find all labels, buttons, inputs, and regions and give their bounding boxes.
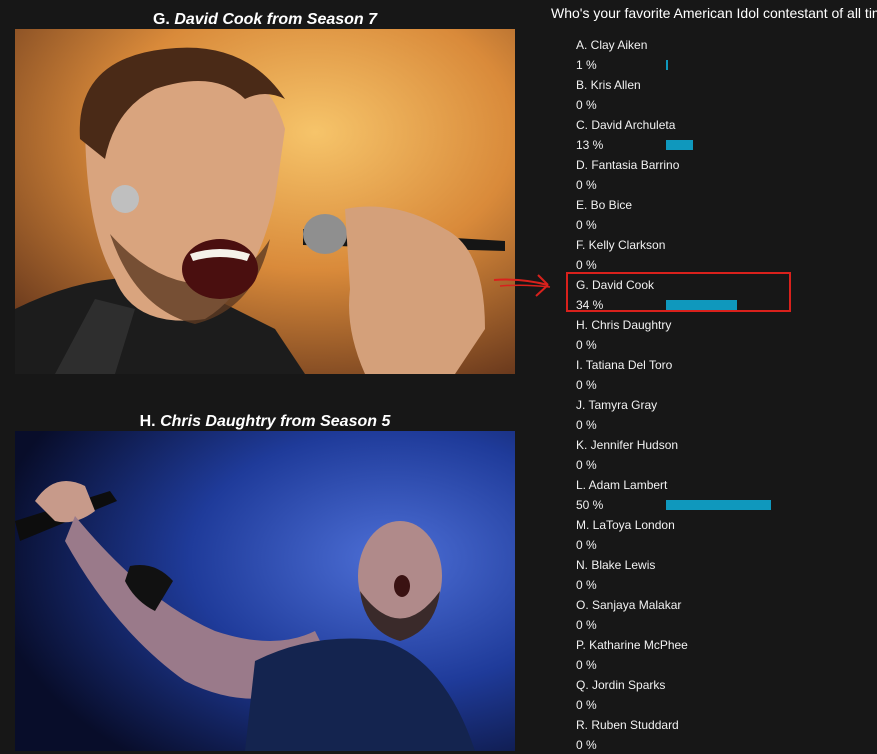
poll-option-percent: 0 % (576, 178, 597, 192)
red-arrow-icon (493, 274, 551, 297)
poll-option-label: D. Fantasia Barrino (576, 158, 680, 172)
poll-option-label: H. Chris Daughtry (576, 318, 672, 332)
poll-option-bar (666, 140, 694, 150)
poll-option-label: R. Ruben Studdard (576, 718, 679, 732)
poll-option-percent: 0 % (576, 738, 597, 752)
poll-option-percent: 0 % (576, 338, 597, 352)
poll-option: F. Kelly Clarkson 0 % (576, 234, 877, 274)
poll-option: D. Fantasia Barrino 0 % (576, 154, 877, 194)
poll-option: P. Katharine McPhee 0 % (576, 634, 877, 674)
poll-option: L. Adam Lambert 50 % (576, 474, 877, 514)
poll-option-percent: 0 % (576, 218, 597, 232)
poll-option: O. Sanjaya Malakar 0 % (576, 594, 877, 634)
poll-option-label: K. Jennifer Hudson (576, 438, 679, 452)
poll-option: I. Tatiana Del Toro 0 % (576, 354, 877, 394)
caption-letter: G. (152, 11, 170, 28)
poll-question: Who's your favorite American Idol contes… (551, 5, 877, 21)
poll-option: B. Kris Allen 0 % (576, 74, 877, 114)
poll-option: A. Clay Aiken 1 % (576, 34, 877, 74)
poll-option-percent: 0 % (576, 578, 597, 592)
caption-david-cook: G. David Cook from Season 7 (15, 11, 515, 29)
poll-option-percent: 0 % (576, 98, 597, 112)
poll-option-percent: 0 % (576, 658, 597, 672)
poll-option-percent: 0 % (576, 538, 597, 552)
poll-option: C. David Archuleta 13 % (576, 114, 877, 154)
poll-option-percent: 0 % (576, 618, 597, 632)
poll-option-percent: 1 % (576, 58, 597, 72)
poll-option: J. Tamyra Gray 0 % (576, 394, 877, 434)
poll-option: N. Blake Lewis 0 % (576, 554, 877, 594)
poll-option-label: P. Katharine McPhee (576, 638, 688, 652)
poll-option-percent: 0 % (576, 418, 597, 432)
poll-option-label: J. Tamyra Gray (576, 398, 658, 412)
poll-option-label: C. David Archuleta (576, 118, 676, 132)
poll-option: R. Ruben Studdard 0 % (576, 714, 877, 754)
poll-option-percent: 50 % (576, 498, 604, 512)
poll-option-label: Q. Jordin Sparks (576, 678, 666, 692)
poll-option-bar (666, 60, 669, 70)
photo-david-cook (15, 29, 515, 374)
poll-option-percent: 0 % (576, 258, 597, 272)
poll-option-percent: 0 % (576, 698, 597, 712)
poll-option: H. Chris Daughtry 0 % (576, 314, 877, 354)
poll-option-percent: 0 % (576, 378, 597, 392)
caption-letter: H. (139, 413, 156, 430)
poll-option-label: F. Kelly Clarkson (576, 238, 666, 252)
caption-title: David Cook from Season 7 (174, 11, 378, 28)
poll-option: M. LaToya London 0 % (576, 514, 877, 554)
poll-option-label: B. Kris Allen (576, 78, 641, 92)
poll-option-percent: 0 % (576, 458, 597, 472)
poll-option-label: A. Clay Aiken (576, 38, 648, 52)
poll-option-label: M. LaToya London (576, 518, 675, 532)
poll-option-label: N. Blake Lewis (576, 558, 656, 572)
poll-option-label: E. Bo Bice (576, 198, 633, 212)
highlight-box-david-cook (566, 272, 791, 312)
caption-chris-daughtry: H. Chris Daughtry from Season 5 (15, 413, 515, 431)
poll-option: K. Jennifer Hudson 0 % (576, 434, 877, 474)
poll-option: E. Bo Bice 0 % (576, 194, 877, 234)
poll-option-bar (666, 500, 771, 510)
poll-option-label: O. Sanjaya Malakar (576, 598, 682, 612)
poll-option: Q. Jordin Sparks 0 % (576, 674, 877, 714)
caption-title: Chris Daughtry from Season 5 (160, 413, 391, 430)
photo-chris-daughtry (15, 431, 515, 751)
poll-option-label: L. Adam Lambert (576, 478, 668, 492)
poll-option-percent: 13 % (576, 138, 604, 152)
poll-results: A. Clay Aiken 1 % B. Kris Allen 0 % C. David… (576, 34, 877, 754)
poll-option-label: I. Tatiana Del Toro (576, 358, 673, 372)
